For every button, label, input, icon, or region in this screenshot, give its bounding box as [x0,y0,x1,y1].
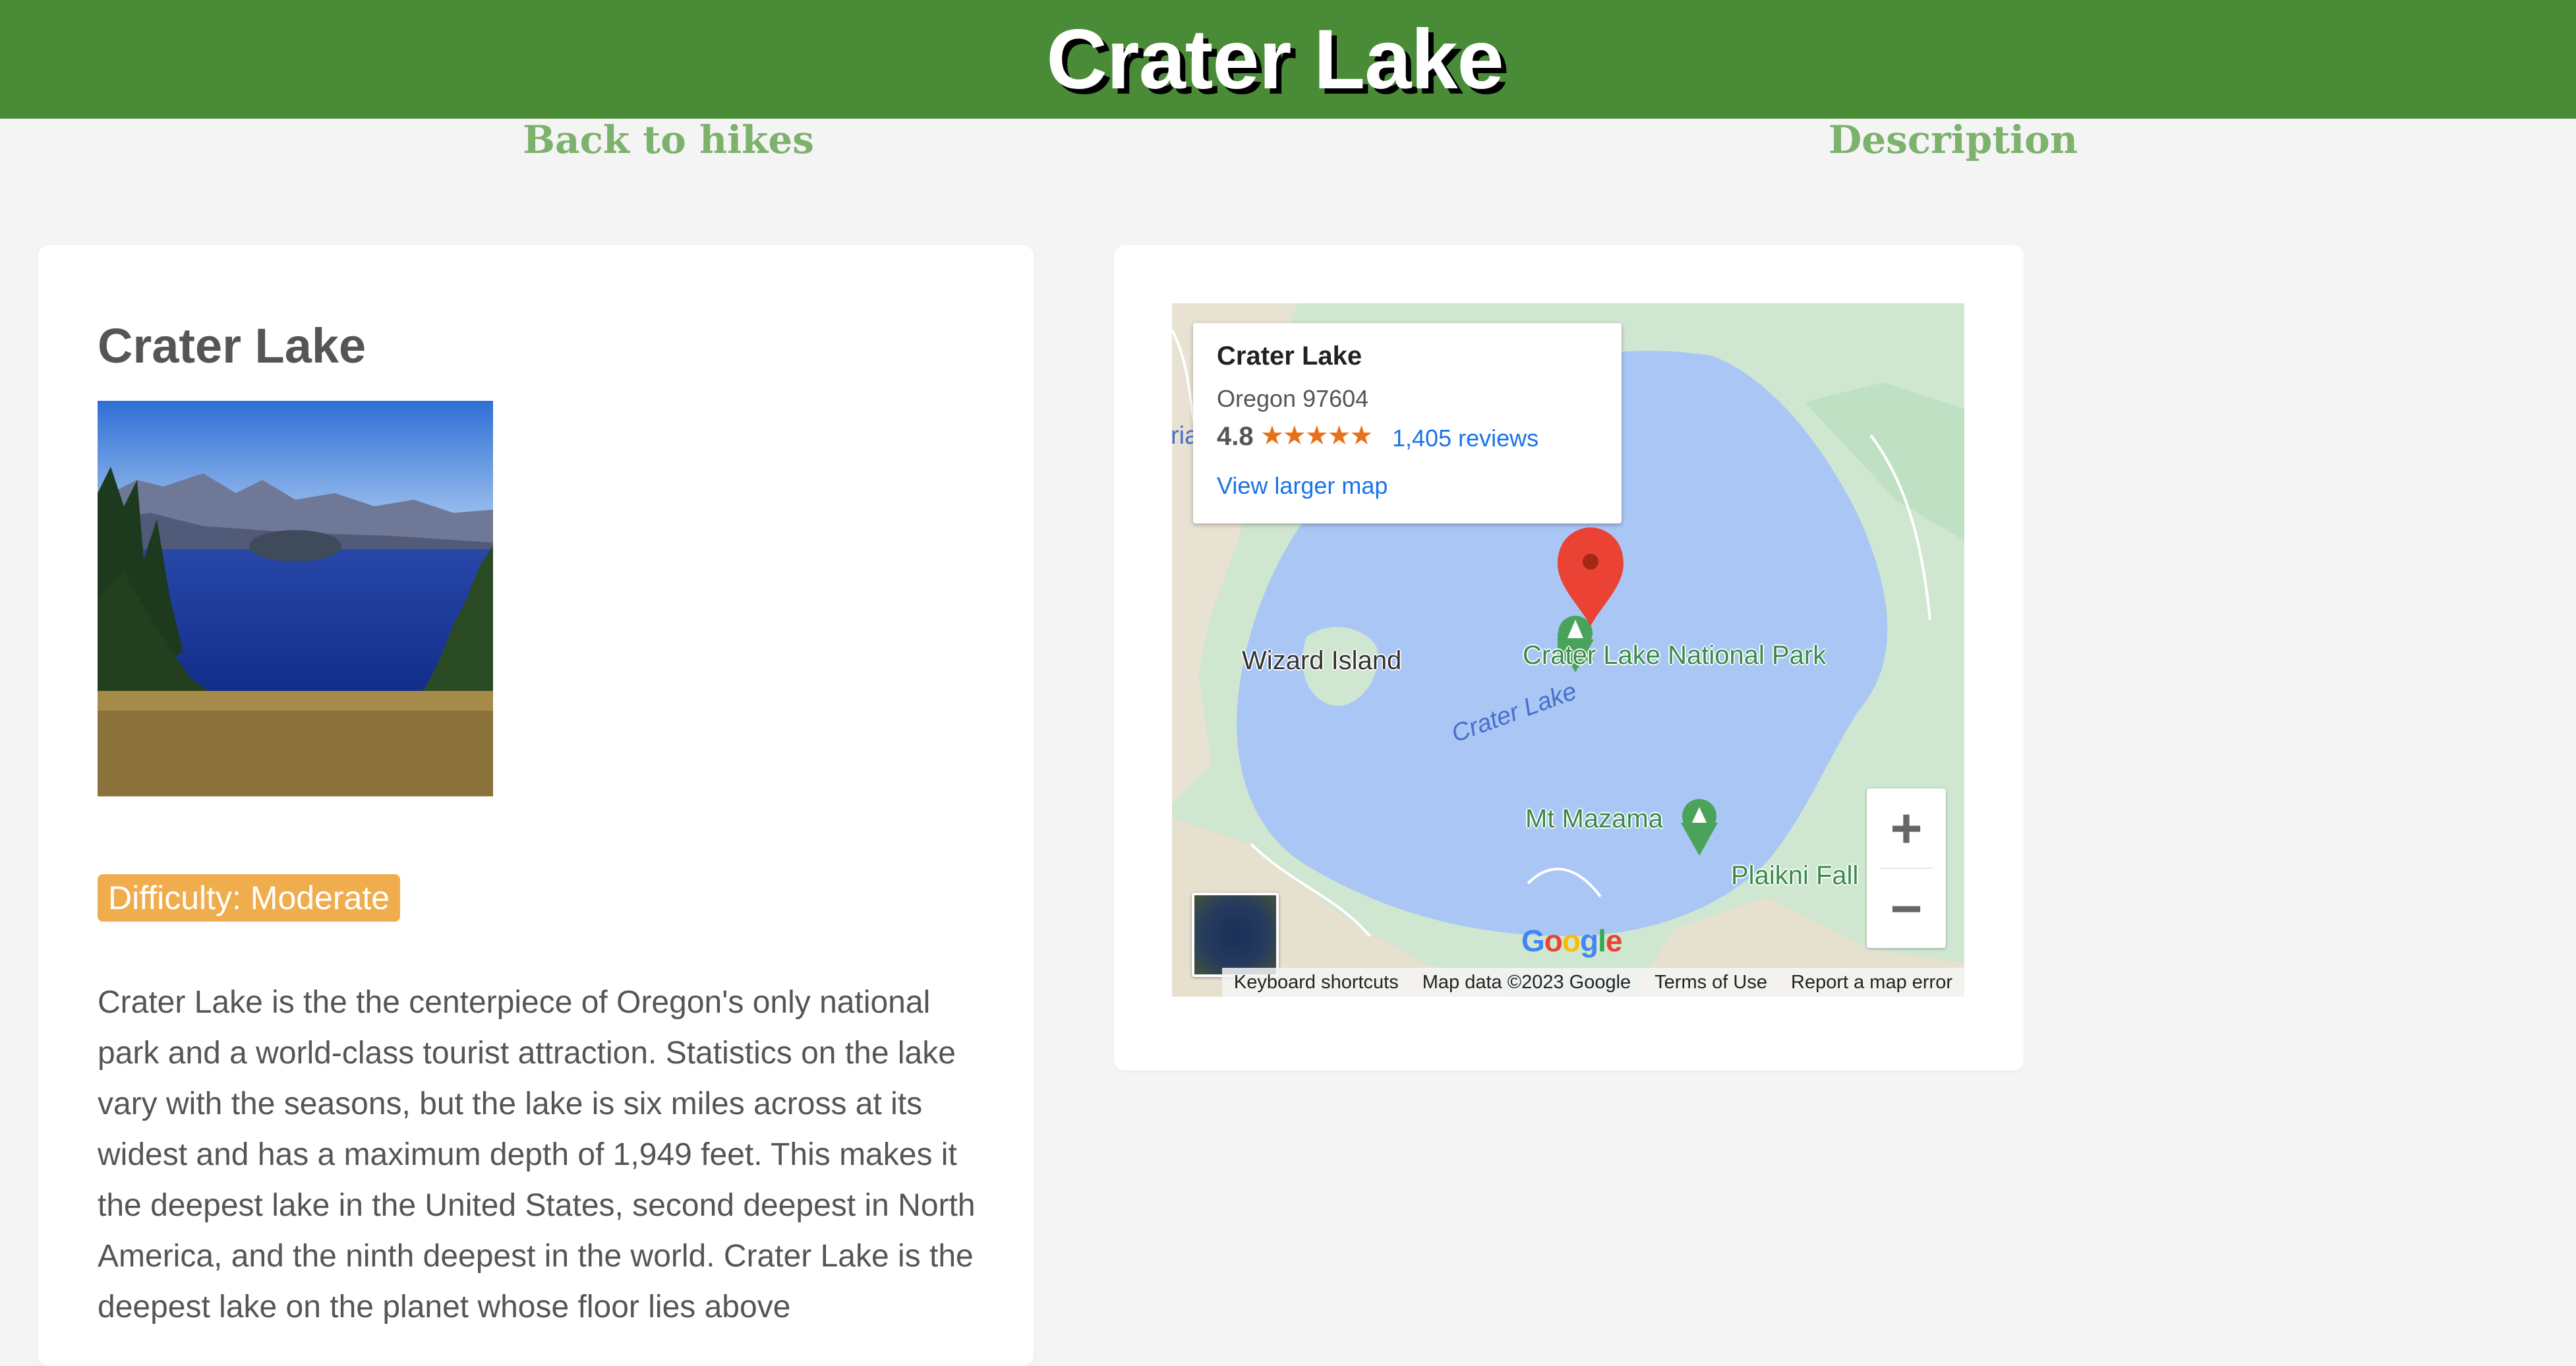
page-header: Crater Lake [0,0,2576,119]
rating-stars-icon: ★★★★★ [1260,421,1373,450]
place-info-window: Crater Lake Oregon 97604 4.8 ★★★★★ 1,405… [1193,323,1622,523]
zoom-in-button[interactable]: + [1867,788,1946,868]
map-label-plaikni-fall[interactable]: Plaikni Fall [1731,861,1858,891]
page-title: Crater Lake [1046,12,1504,107]
map-label-mt-mazama[interactable]: Mt Mazama [1525,804,1663,834]
trail-description: Crater Lake is the the centerpiece of Or… [98,985,976,1324]
map-label-national-park[interactable]: Crater Lake National Park [1523,641,1826,670]
report-map-error-link[interactable]: Report a map error [1779,968,1964,997]
terms-of-use-link[interactable]: Terms of Use [1643,968,1779,997]
place-title: Crater Lake [1217,342,1362,371]
google-logo: Google [1521,924,1622,958]
zoom-out-button[interactable]: − [1867,869,1946,948]
crater-lake-photo [98,401,493,796]
description-link[interactable]: Description [1829,117,2078,162]
trail-photo [98,401,493,796]
map-footer: Keyboard shortcuts Map data ©2023 Google… [1172,968,1964,997]
back-to-hikes-link[interactable]: Back to hikes [523,117,814,162]
map-card: ria Wizard Island Crater Lake National P… [1114,245,2024,1071]
zoom-control: + − [1867,788,1946,948]
place-rating: 4.8 [1217,422,1254,451]
difficulty-badge: Difficulty: Moderate [98,874,401,922]
trail-card: Crater Lake Difficulty: Moderate Crater … [38,245,1034,1366]
embedded-map[interactable]: ria Wizard Island Crater Lake National P… [1172,303,1964,997]
place-address: Oregon 97604 [1217,385,1369,412]
trail-title: Crater Lake [98,318,366,373]
map-label-wizard-island[interactable]: Wizard Island [1242,646,1401,676]
keyboard-shortcuts-link[interactable]: Keyboard shortcuts [1221,968,1411,997]
map-data-attribution: Map data ©2023 Google [1410,968,1643,997]
view-larger-map-link[interactable]: View larger map [1217,472,1388,500]
satellite-toggle-button[interactable] [1192,893,1279,977]
reviews-link[interactable]: 1,405 reviews [1392,425,1538,452]
